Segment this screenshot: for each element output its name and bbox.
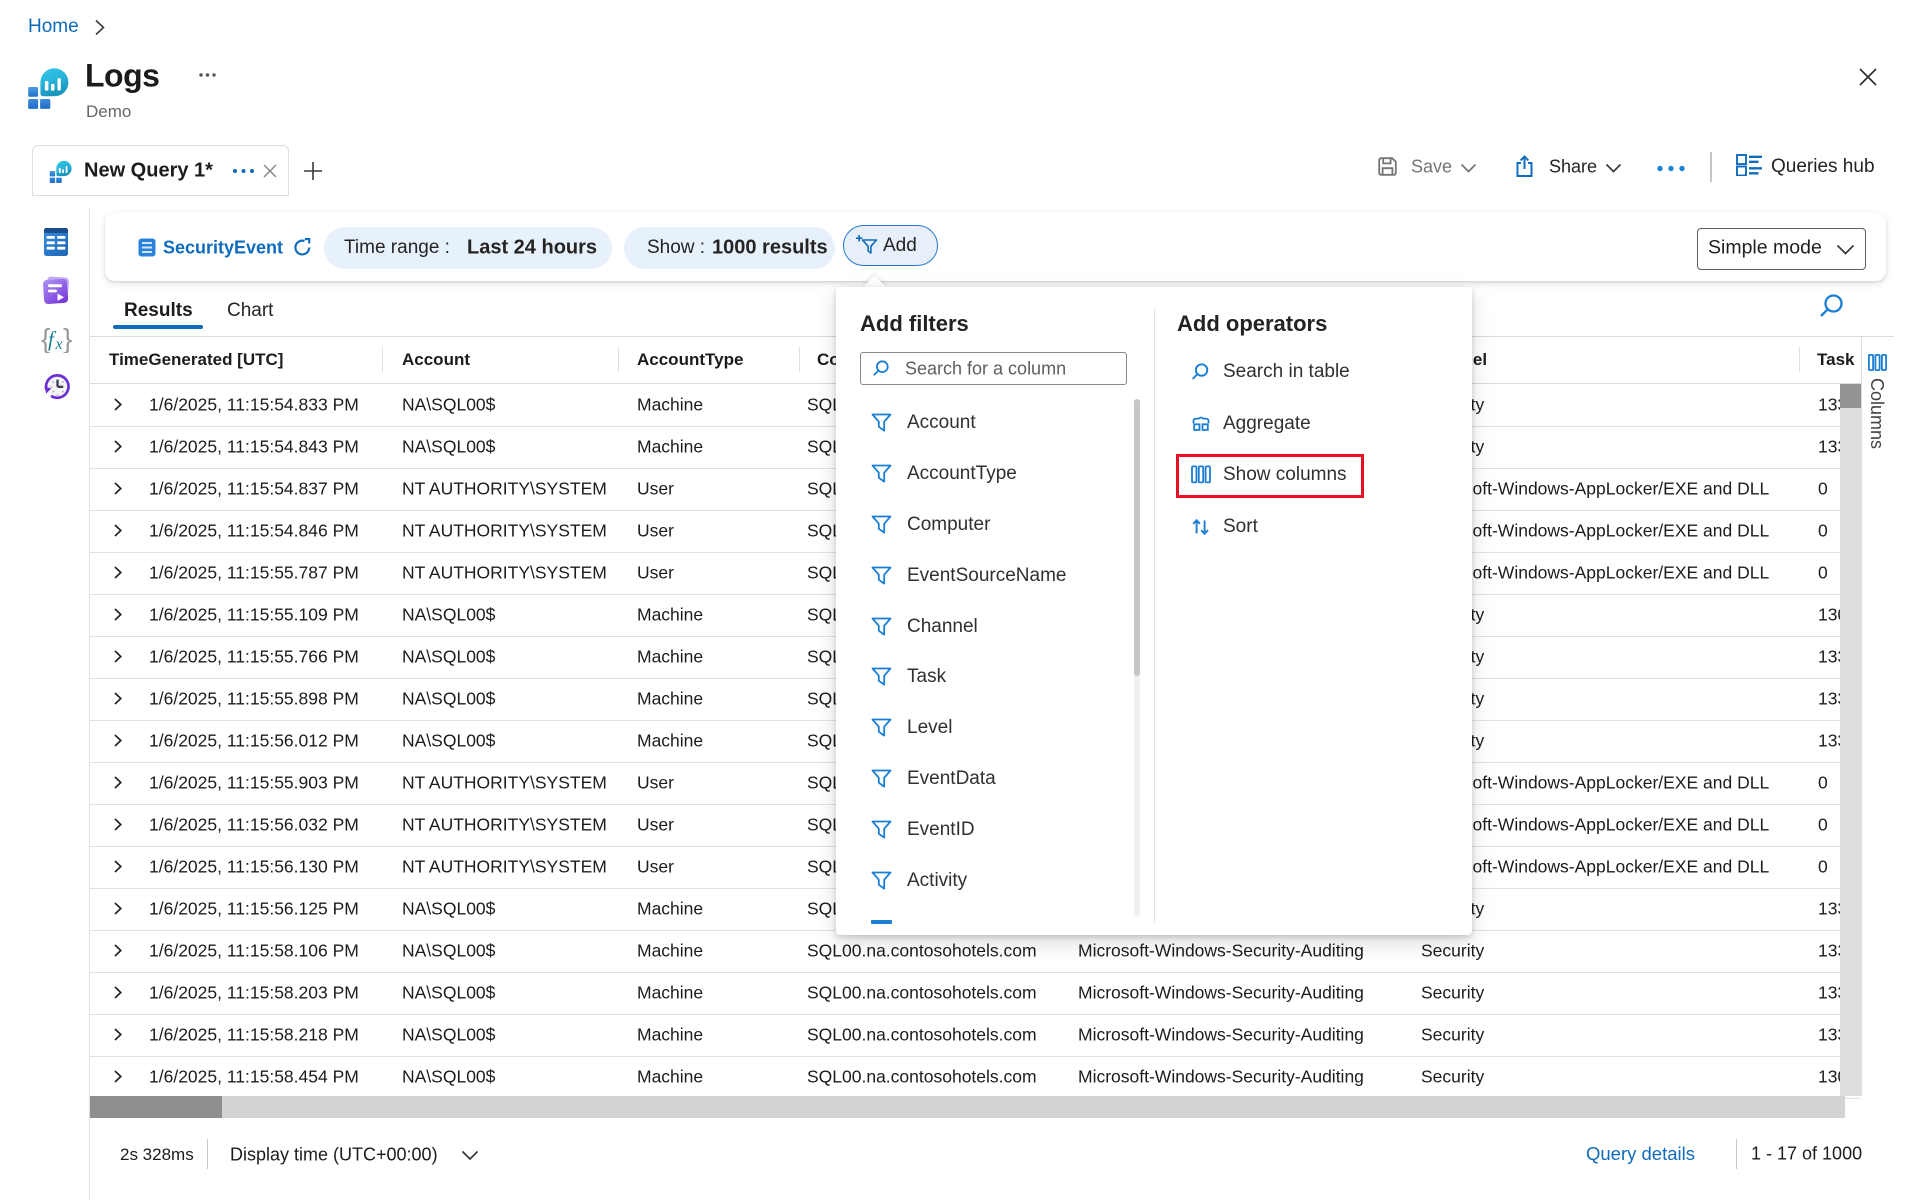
svg-text:x: x — [55, 336, 63, 353]
svg-text:}: } — [63, 325, 72, 353]
